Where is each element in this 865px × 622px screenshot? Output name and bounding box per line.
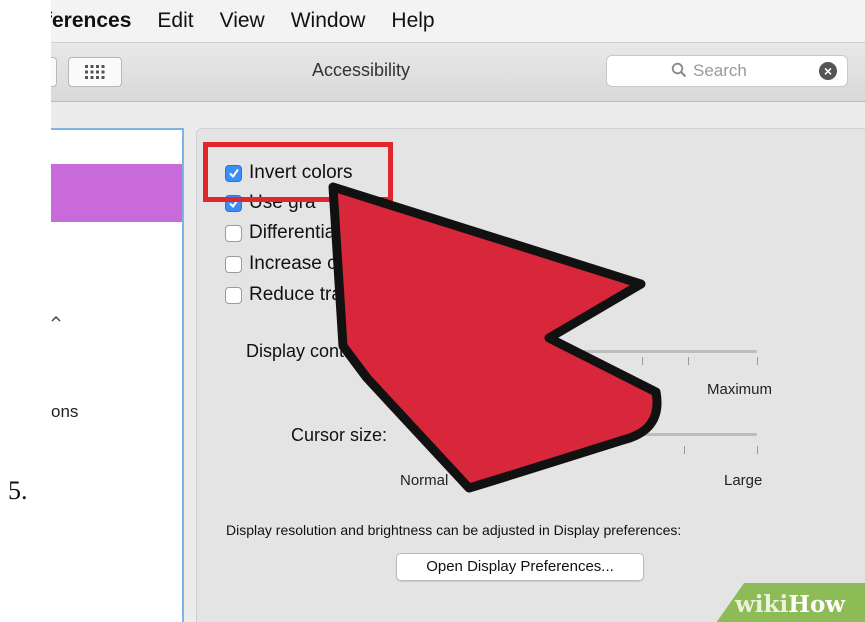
arrow-icon	[328, 182, 662, 493]
screenshot-window: ferences Edit View Window Help Accessibi…	[51, 0, 865, 622]
watermark-logo: wikiHow	[735, 591, 846, 618]
step-number: 5.	[8, 476, 28, 505]
